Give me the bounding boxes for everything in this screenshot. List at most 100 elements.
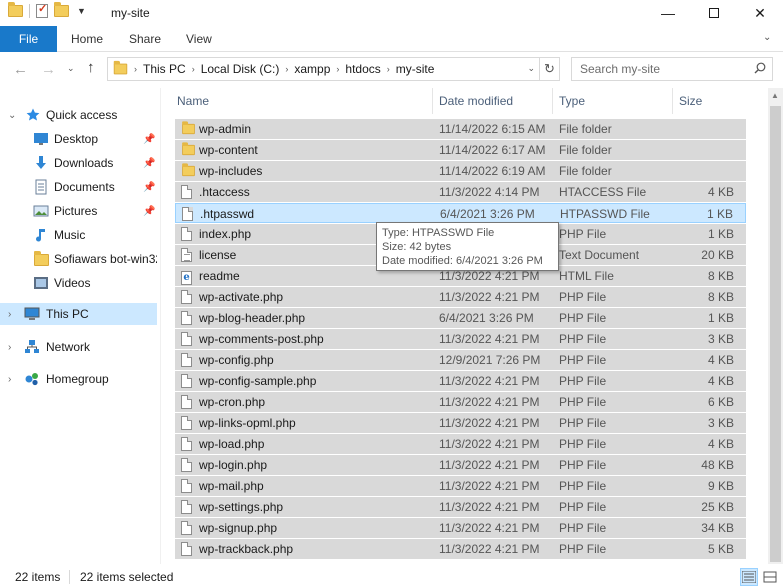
breadcrumb-my-site[interactable]: my-site	[396, 62, 435, 76]
file-date: 6/4/2021 3:26 PM	[439, 311, 534, 325]
file-row[interactable]: wp-login.php 11/3/2022 4:21 PM PHP File 48 …	[175, 455, 746, 475]
nav-item-documents[interactable]: Documents 📌	[0, 176, 157, 198]
breadcrumb-htdocs[interactable]: htdocs	[345, 62, 380, 76]
column-header-size[interactable]: Size	[673, 88, 745, 114]
nav-item-videos[interactable]: Videos	[0, 272, 157, 294]
nav-quick-access[interactable]: ⌄ Quick access	[0, 104, 157, 126]
search-icon[interactable]	[754, 62, 766, 74]
tab-home[interactable]: Home	[57, 26, 117, 52]
file-icon	[181, 437, 192, 451]
file-row[interactable]: wp-activate.php 11/3/2022 4:21 PM PHP File…	[175, 287, 746, 307]
recent-locations-icon[interactable]: ⌄	[67, 63, 75, 74]
chevron-right-icon[interactable]: ›	[8, 309, 11, 320]
file-row[interactable]: wp-mail.php 11/3/2022 4:21 PM PHP File 9 KB	[175, 476, 746, 496]
tab-file[interactable]: File	[0, 26, 57, 52]
file-row[interactable]: wp-links-opml.php 11/3/2022 4:21 PM PHP Fi…	[175, 413, 746, 433]
large-icons-view-button[interactable]	[761, 568, 779, 586]
desktop-icon	[34, 133, 48, 145]
nav-this-pc[interactable]: › This PC	[0, 303, 157, 325]
pin-icon[interactable]: 📌	[143, 182, 155, 193]
documents-icon	[35, 179, 47, 195]
file-row[interactable]: wp-cron.php 11/3/2022 4:21 PM PHP File 6 KB	[175, 392, 746, 412]
nav-item-sofiawars[interactable]: Sofiawars bot-win32	[0, 248, 157, 270]
column-header-name[interactable]: Name	[167, 88, 433, 114]
nav-item-music[interactable]: Music	[0, 224, 157, 246]
breadcrumb-local-disk[interactable]: Local Disk (C:)	[201, 62, 280, 76]
downloads-icon	[36, 156, 46, 169]
file-size: 9 KB	[707, 479, 734, 493]
file-row[interactable]: wp-config-sample.php 11/3/2022 4:21 PM PHP…	[175, 371, 746, 391]
nav-item-downloads[interactable]: Downloads 📌	[0, 152, 157, 174]
nav-item-pictures[interactable]: Pictures 📌	[0, 200, 157, 222]
file-row[interactable]: wp-load.php 11/3/2022 4:21 PM PHP File 4 KB	[175, 434, 746, 454]
scroll-up-icon[interactable]: ▲	[771, 91, 779, 100]
file-row[interactable]: wp-content 11/14/2022 6:17 AM File folder	[175, 140, 746, 160]
up-button[interactable]: ↑	[87, 59, 95, 76]
file-name: wp-settings.php	[199, 500, 284, 514]
chevron-down-icon[interactable]: ⌄	[8, 110, 16, 121]
file-type: PHP File	[559, 353, 607, 367]
file-row[interactable]: wp-includes 11/14/2022 6:19 AM File folder	[175, 161, 746, 181]
file-row[interactable]: wp-blog-header.php 6/4/2021 3:26 PM PHP Fi…	[175, 308, 746, 328]
customize-toolbar-icon[interactable]: ▼	[77, 6, 86, 16]
file-row[interactable]: .htaccess 11/3/2022 4:14 PM HTACCESS File 4…	[175, 182, 746, 202]
expand-ribbon-icon[interactable]: ⌄	[763, 32, 771, 43]
forward-button[interactable]: →	[41, 61, 56, 78]
file-name: wp-admin	[199, 122, 252, 136]
pin-icon[interactable]: 📌	[143, 206, 155, 217]
new-folder-icon[interactable]	[54, 2, 69, 17]
refresh-button[interactable]: ↻	[539, 58, 559, 80]
computer-icon	[24, 307, 40, 320]
search-input[interactable]	[578, 59, 748, 79]
details-view-button[interactable]	[740, 568, 758, 586]
search-box[interactable]	[571, 57, 773, 81]
large-icons-view-icon	[763, 571, 777, 583]
pin-icon[interactable]: 📌	[143, 158, 155, 169]
file-row[interactable]: wp-trackback.php 11/3/2022 4:21 PM PHP Fil…	[175, 539, 746, 559]
file-icon	[181, 395, 192, 409]
breadcrumb-xampp[interactable]: xampp	[294, 62, 330, 76]
breadcrumb-this-pc[interactable]: This PC	[143, 62, 186, 76]
scrollbar-thumb[interactable]	[770, 106, 781, 562]
file-icon	[182, 207, 193, 221]
file-row[interactable]: wp-comments-post.php 11/3/2022 4:21 PM PHP…	[175, 329, 746, 349]
file-icon	[181, 227, 192, 244]
file-row[interactable]: wp-admin 11/14/2022 6:15 AM File folder	[175, 119, 746, 139]
file-row[interactable]: .htpasswd 6/4/2021 3:26 PM HTPASSWD File 1 …	[175, 203, 746, 223]
pin-icon[interactable]: 📌	[143, 134, 155, 145]
column-header-date[interactable]: Date modified	[433, 88, 553, 114]
tab-view[interactable]: View	[172, 26, 226, 52]
file-row[interactable]: wp-settings.php 11/3/2022 4:21 PM PHP File…	[175, 497, 746, 517]
column-header-type[interactable]: Type	[553, 88, 673, 114]
chevron-right-icon[interactable]: ›	[285, 64, 288, 74]
nav-homegroup[interactable]: › Homegroup	[0, 368, 157, 390]
chevron-right-icon[interactable]: ›	[387, 64, 390, 74]
maximize-button[interactable]	[691, 0, 737, 26]
file-row[interactable]: wp-config.php 12/9/2021 7:26 PM PHP File 4 …	[175, 350, 746, 370]
folder-icon[interactable]	[8, 2, 23, 17]
file-date: 11/3/2022 4:21 PM	[439, 395, 540, 409]
file-icon	[181, 185, 192, 199]
close-button[interactable]: ✕	[737, 0, 783, 26]
chevron-right-icon[interactable]: ›	[134, 64, 137, 74]
selection-count: 22 items selected	[80, 570, 174, 584]
file-row[interactable]: wp-signup.php 11/3/2022 4:21 PM PHP File 34…	[175, 518, 746, 538]
back-button[interactable]: ←	[13, 61, 28, 78]
chevron-right-icon[interactable]: ›	[336, 64, 339, 74]
minimize-button[interactable]: —	[645, 0, 691, 26]
chevron-down-icon[interactable]: ⌄	[527, 63, 535, 74]
chevron-right-icon[interactable]: ›	[8, 374, 11, 385]
vertical-scrollbar[interactable]: ▲	[768, 88, 783, 564]
file-date: 11/3/2022 4:14 PM	[439, 185, 540, 199]
file-icon	[181, 458, 192, 475]
nav-network[interactable]: › Network	[0, 336, 157, 358]
chevron-right-icon[interactable]: ›	[192, 64, 195, 74]
nav-label: Desktop	[54, 132, 99, 146]
file-name: license	[199, 248, 237, 262]
tab-share[interactable]: Share	[115, 26, 175, 52]
nav-item-desktop[interactable]: Desktop 📌	[0, 128, 157, 150]
properties-icon[interactable]	[36, 2, 48, 18]
file-size: 34 KB	[701, 521, 734, 535]
address-bar[interactable]: › This PC › Local Disk (C:) › xampp › ht…	[107, 57, 560, 81]
chevron-right-icon[interactable]: ›	[8, 342, 11, 353]
